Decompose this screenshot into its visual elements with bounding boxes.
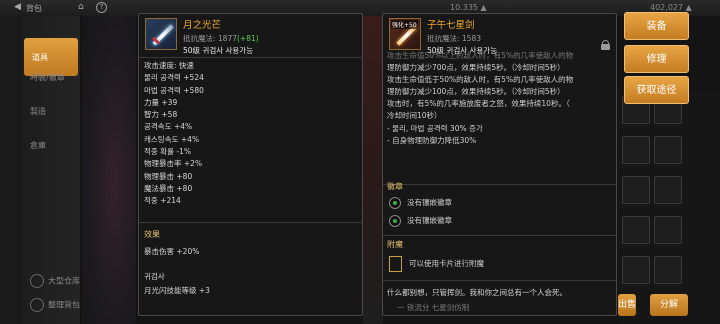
equip-button[interactable]: 装备 (624, 12, 689, 40)
large-storage-label: 大型仓库 (48, 276, 80, 286)
stat-line: 적중 +214 (144, 196, 181, 206)
emblem-slot-label: 没有镶嵌徽章 (407, 216, 452, 225)
sidebar-item-items[interactable]: 道具 (24, 38, 78, 76)
item-header: 月之光芒 抵抗魔法: 1877(+81) 50级 귀검사 사용가능 (139, 14, 362, 56)
stat-line: 캐스팅속도 +4% (144, 134, 200, 144)
emblem-slot[interactable]: 没有镶嵌徽章 (389, 215, 452, 227)
inventory-slot[interactable] (622, 256, 650, 284)
inventory-slot[interactable] (654, 136, 682, 164)
desc-line: 攻击时，有5%的几率施放废者之怒，效果持续10秒。（ (387, 99, 570, 109)
sidebar-item-storage[interactable]: 倉庫 (30, 140, 46, 151)
divider (139, 222, 362, 223)
stat-line: 물리 공격력 +524 (144, 73, 204, 83)
home-icon[interactable]: ⌂ (78, 2, 84, 12)
stat-line: 攻击速度: 快速 (144, 61, 194, 70)
flavor-text: 什么都别想，只管挥剑。我和你之间总有一个人会死。 (387, 288, 567, 297)
sidebar-item-craft[interactable]: 製造 (30, 106, 46, 117)
left-rail (0, 16, 22, 324)
flavor-text-2: 一 铁流分 七星剑仿制 (397, 303, 470, 312)
sell-button[interactable]: 出售 (618, 294, 636, 316)
back-label[interactable]: 背包 (26, 3, 42, 14)
divider (383, 235, 616, 236)
stat-list: 攻击速度: 快速 물리 공격력 +524 마법 공격력 +580 力量 +39 … (144, 60, 204, 208)
item-name: 月之光芒 (183, 20, 222, 31)
desc-line: 理防御力减少700点，效果持续5秒。（冷却时间5秒） (387, 63, 565, 73)
item-resist: 抵抗魔法: 1877(+81) (183, 33, 259, 44)
level-tag: 强化+50 (391, 20, 418, 29)
desc-line: 攻击生命值50%以上的敌人时，有5%的几率使敌人的物 (387, 51, 574, 60)
inventory-slot[interactable] (622, 176, 650, 204)
item-name: 子午七星剑 (427, 20, 475, 31)
inventory-slot[interactable] (622, 136, 650, 164)
class-requirement: 50级 귀검사 사용가능 (183, 46, 254, 55)
background-artwork (363, 16, 383, 324)
emblem-slot[interactable]: 没有镶嵌徽章 (389, 197, 452, 209)
effect-title: 效果 (144, 230, 160, 239)
stat-line: 마법 공격력 +580 (144, 85, 204, 95)
resist-value: 抵抗魔法: 1877 (183, 34, 237, 43)
item-tooltip-left: 月之光芒 抵抗魔法: 1877(+81) 50级 귀검사 사용가능 攻击速度: … (138, 13, 363, 316)
class-title: 귀검사 (144, 272, 165, 281)
repair-button[interactable]: 修理 (624, 45, 689, 73)
inventory-slot[interactable] (622, 216, 650, 244)
sort-icon (30, 298, 44, 312)
stat-line: 力量 +39 (144, 97, 178, 107)
divider (383, 280, 616, 281)
sort-bag-label: 整理背包 (48, 300, 80, 310)
skill-line: 月光闪技能等级 +3 (144, 286, 210, 295)
resist-bonus: (+81) (237, 34, 259, 43)
stat-line: 物理暴击率 +2% (144, 159, 203, 169)
divider (139, 57, 362, 58)
currency-b: 402,027 ▲ (650, 3, 692, 12)
effect-line: 暴击伤害 +20% (144, 247, 200, 256)
inventory-grid (618, 92, 720, 324)
enchant-title: 附魔 (387, 240, 403, 249)
card-slot-icon (389, 256, 402, 272)
sword-icon (145, 18, 177, 50)
item-description: 攻击生命值50%以上的敌人时，有5%的几率使敌人的物 理防御力减少700点，效果… (387, 50, 613, 147)
lock-icon[interactable] (601, 40, 610, 50)
enchant-label: 可以使用卡片进行附魔 (409, 259, 484, 268)
emblem-title: 徽章 (387, 182, 403, 191)
stat-line: 魔法暴击 +80 (144, 183, 193, 193)
stat-line: 적중 확률 -1% (144, 147, 191, 157)
stat-line: 物理暴击 +80 (144, 171, 193, 181)
storage-icon (30, 274, 44, 288)
item-resist: 抵抗魔法: 1583 (427, 34, 481, 43)
desc-line: 冷却时间10秒） (387, 111, 442, 121)
inventory-slot[interactable] (654, 216, 682, 244)
help-icon[interactable]: ? (96, 2, 107, 13)
emblem-slot-label: 没有镶嵌徽章 (407, 198, 452, 207)
large-storage-button[interactable]: 大型仓库 (30, 274, 80, 288)
currency-a: 10.335 ▲ (450, 3, 487, 12)
inventory-slot[interactable] (654, 176, 682, 204)
back-arrow-icon[interactable]: ◀ (14, 2, 21, 12)
desc-line: 理防御力减少100点，效果持续5秒。（冷却时间5秒） (387, 87, 565, 97)
desc-line: - 自身物理防御力降低30% (387, 135, 477, 145)
disassemble-button[interactable]: 分解 (650, 294, 688, 316)
sidebar-item-avatar[interactable]: 時裝/徽章 (30, 72, 65, 83)
stat-line: 智力 +58 (144, 110, 178, 120)
item-tooltip-right: 强化+50 子午七星剑 抵抗魔法: 1583 50级 귀검사 사용가능 攻击生命… (382, 13, 617, 316)
emblem-socket-icon (389, 215, 401, 227)
desc-line: 攻击生命值低于50%的敌人时，有5%的几率使敌人的物 (387, 75, 574, 85)
sword-icon: 强化+50 (389, 18, 421, 50)
inventory-slot[interactable] (654, 256, 682, 284)
character-preview (82, 16, 136, 324)
emblem-socket-icon (389, 197, 401, 209)
sort-bag-button[interactable]: 整理背包 (30, 298, 80, 312)
desc-line: - 물리, 마법 공격력 30% 증가 (387, 123, 483, 133)
obtain-source-button[interactable]: 获取途径 (624, 76, 689, 104)
divider (383, 184, 616, 185)
enchant-slot[interactable]: 可以使用卡片进行附魔 (389, 256, 484, 272)
stat-line: 공격속도 +4% (144, 122, 193, 132)
